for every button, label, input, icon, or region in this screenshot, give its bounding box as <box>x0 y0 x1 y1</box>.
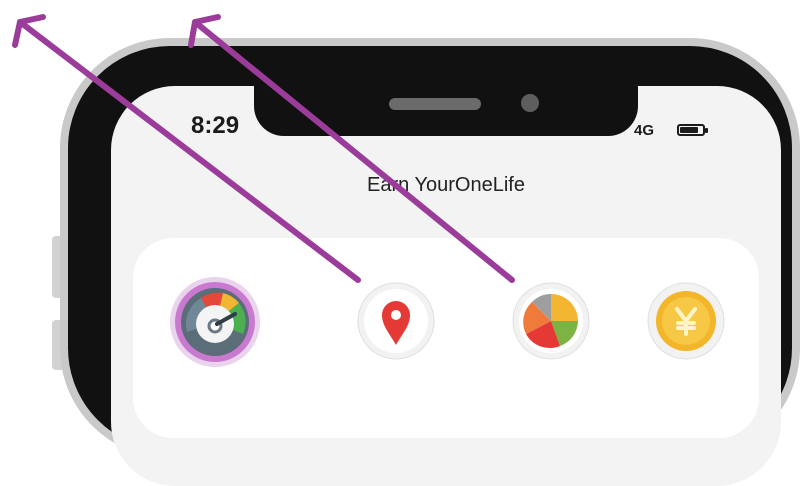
app-title: Earn YourOneLife <box>367 174 525 196</box>
yen-coin-icon[interactable] <box>647 282 725 360</box>
arrow-head-left <box>12 14 46 48</box>
speedometer-icon[interactable] <box>169 276 261 368</box>
status-time: 8:29 <box>191 112 240 139</box>
phone-screen: 8:29 4G Earn YourOneLife <box>111 86 781 486</box>
network-indicator: 4G <box>634 122 655 139</box>
location-pin-icon[interactable] <box>357 282 435 360</box>
pie-chart-icon[interactable] <box>512 282 590 360</box>
notch <box>254 78 638 136</box>
icon-tray <box>133 238 759 438</box>
speaker-grille <box>389 98 481 110</box>
front-camera <box>521 94 539 112</box>
battery-icon <box>677 124 708 136</box>
